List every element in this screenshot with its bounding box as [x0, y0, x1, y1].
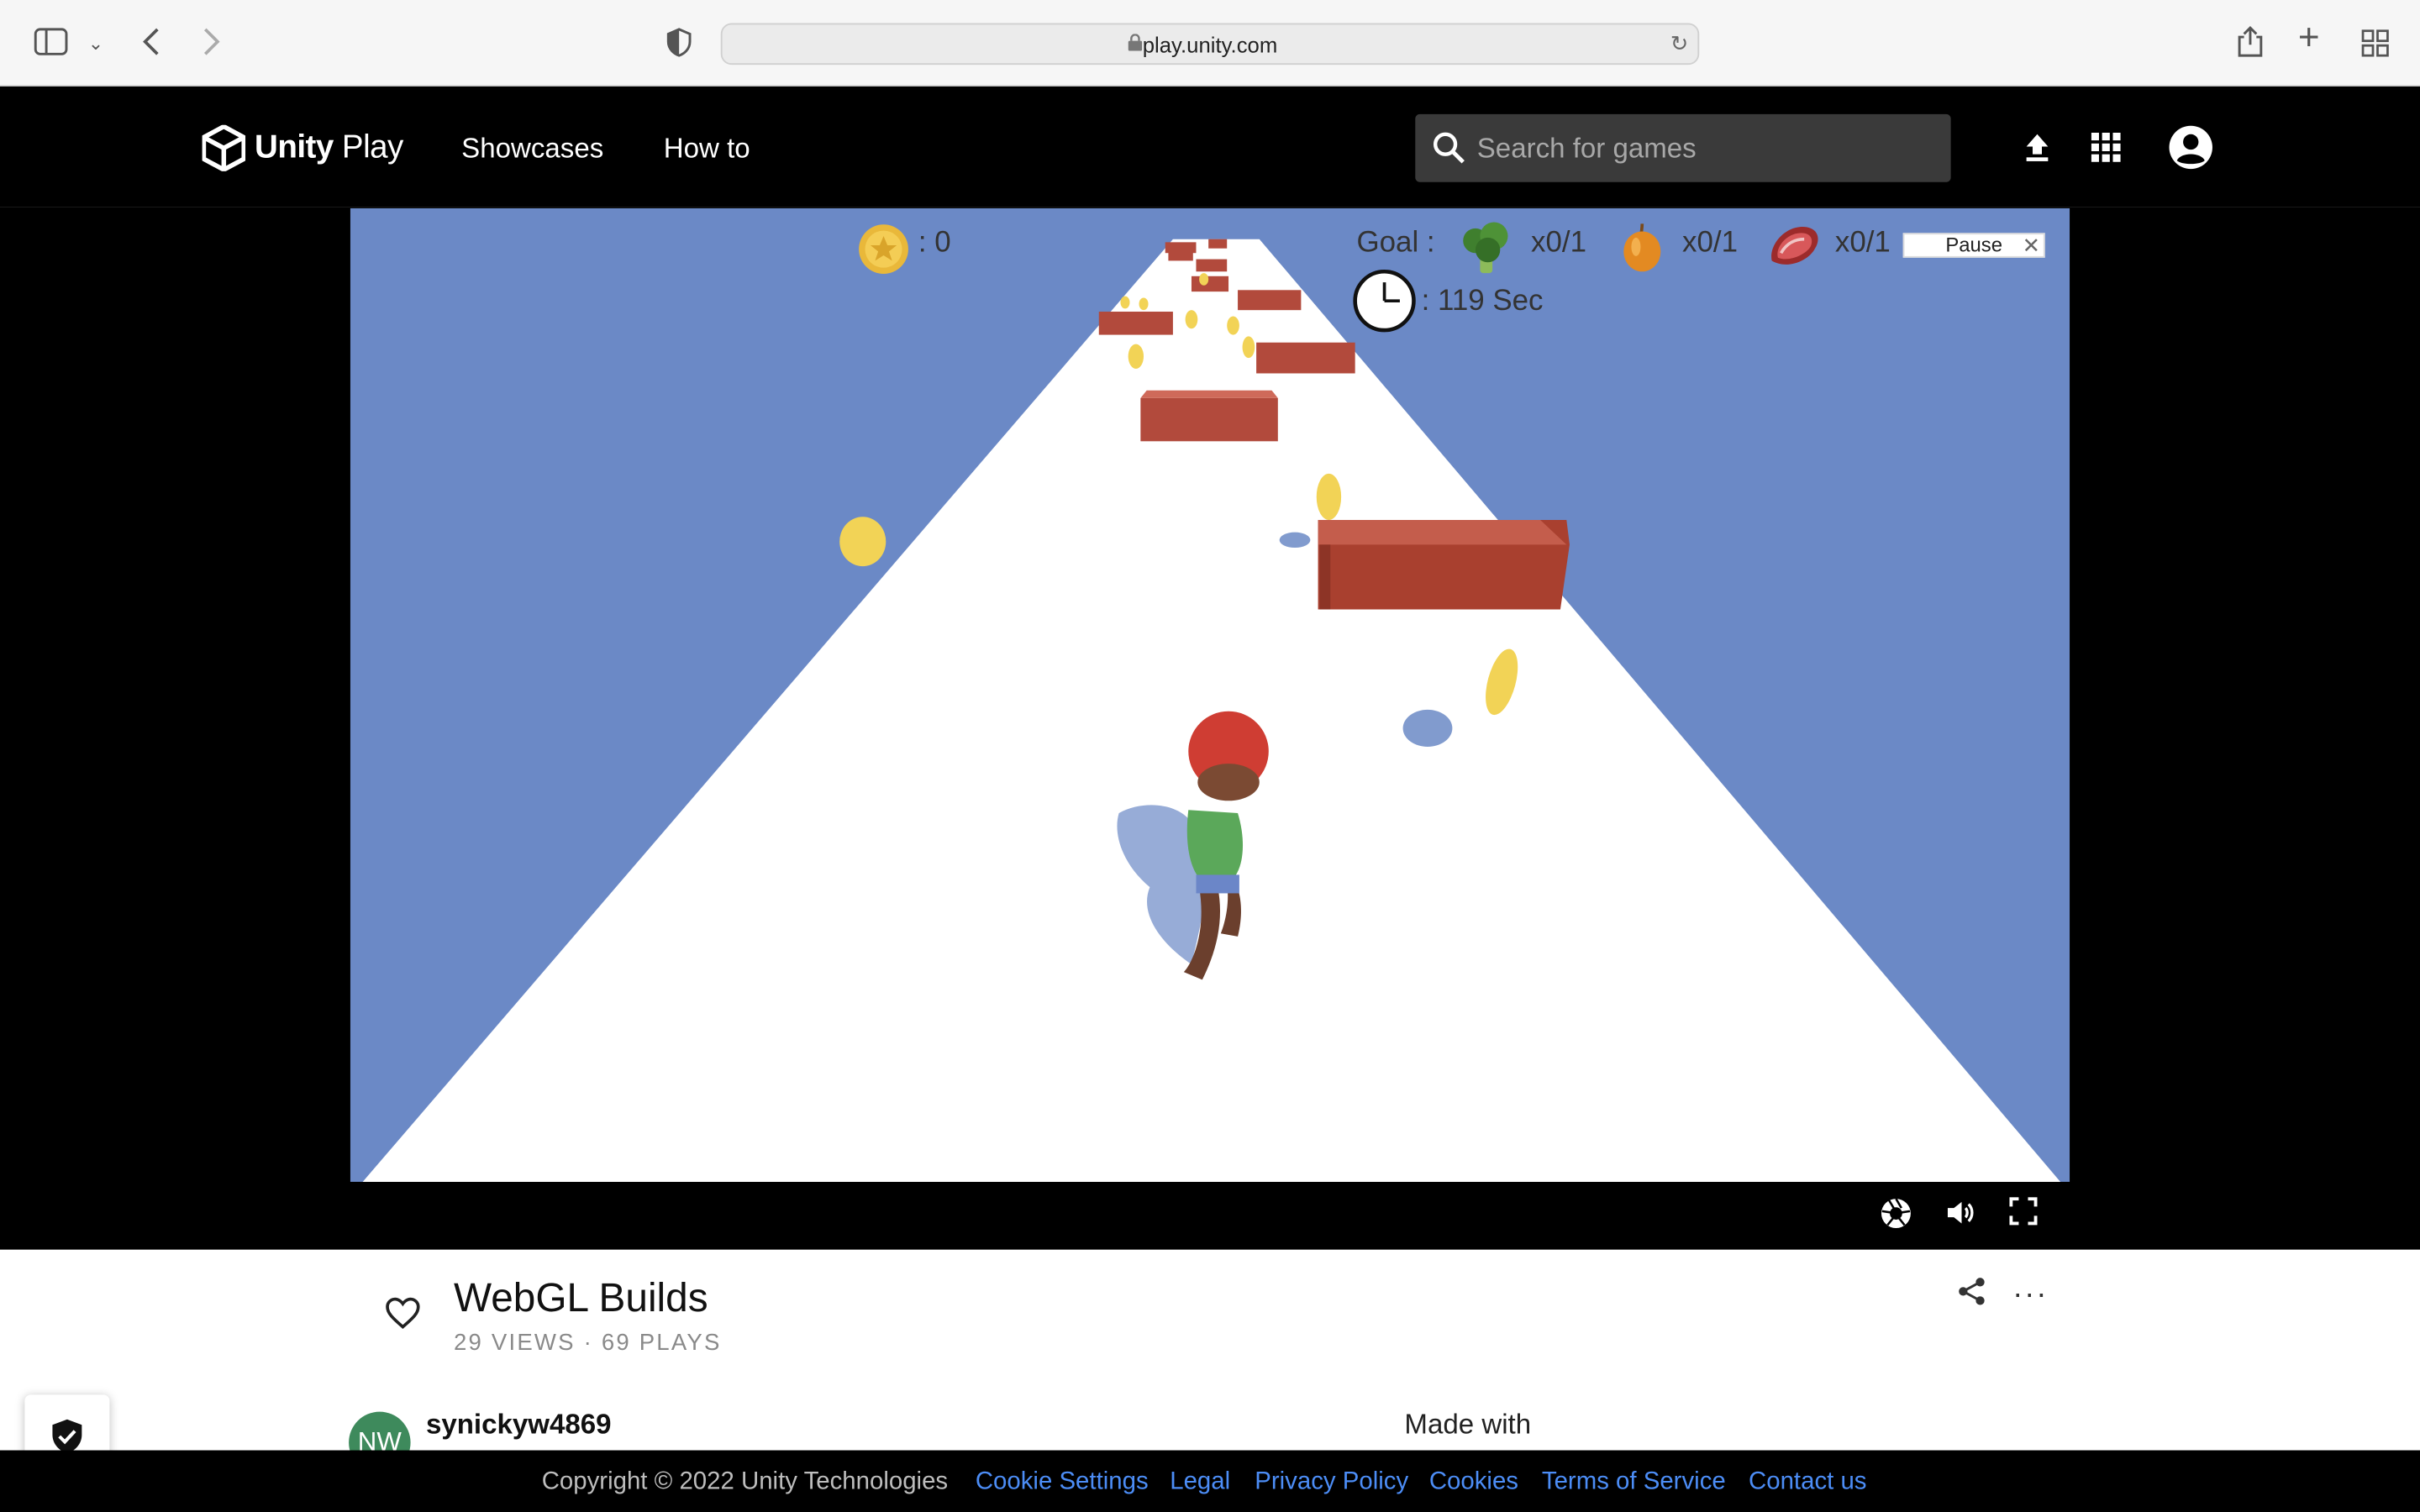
footer-link-privacy-policy[interactable]: Privacy Policy: [1255, 1469, 1408, 1497]
site-footer: Copyright © 2022 Unity Technologies Cook…: [0, 1450, 2420, 1512]
url-text: play.unity.com: [1142, 32, 1278, 57]
onion-icon: [1623, 223, 1661, 272]
heart-icon[interactable]: [384, 1296, 421, 1330]
search-icon: [1433, 132, 1465, 164]
forward-icon[interactable]: [203, 26, 221, 63]
browser-toolbar: ⌄ play.unity.com ↻ +: [0, 0, 2420, 87]
footer-link-contact[interactable]: Contact us: [1749, 1469, 1866, 1497]
broccoli-icon: [1463, 222, 1508, 274]
coin-icon: [859, 224, 908, 275]
nav-showcases[interactable]: Showcases: [461, 133, 603, 165]
nav-how-to[interactable]: How to: [664, 133, 750, 165]
chevron-down-icon[interactable]: ⌄: [88, 28, 103, 59]
back-icon[interactable]: [142, 26, 160, 63]
footer-link-cookie-settings[interactable]: Cookie Settings: [976, 1469, 1149, 1497]
shadow: [1402, 709, 1453, 747]
share-icon[interactable]: [1957, 1276, 1988, 1307]
unity-cube-icon: [202, 124, 246, 171]
more-options-icon[interactable]: ···: [2012, 1278, 2048, 1313]
game-canvas[interactable]: : 0 Goal : x0/1 x0/1 x0/1 Pause ✕ : 119 S…: [350, 207, 2070, 1182]
address-bar[interactable]: play.unity.com ↻: [720, 23, 1700, 66]
pause-label: Pause: [1945, 233, 2003, 256]
sidebar-toggle-icon[interactable]: [34, 28, 68, 61]
footer-link-terms[interactable]: Terms of Service: [1542, 1469, 1726, 1497]
reload-icon[interactable]: ↻: [1670, 31, 1689, 57]
privacy-shield-icon[interactable]: [666, 28, 692, 63]
made-with-label: Made with: [1404, 1408, 1532, 1440]
shadow: [1279, 532, 1311, 549]
logo-light-text: Play: [333, 129, 403, 165]
meat-icon: [1771, 227, 1818, 265]
search-box[interactable]: [1415, 113, 1951, 182]
obstacle-mid: [1140, 390, 1278, 442]
unity-play-logo[interactable]: Unity Play: [202, 123, 403, 173]
upload-icon[interactable]: [2023, 131, 2051, 162]
obstacle-near: [1318, 519, 1570, 610]
author-username[interactable]: synickyw4869: [426, 1409, 612, 1441]
copyright-text: Copyright © 2022 Unity Technologies: [541, 1468, 949, 1495]
goal-label: Goal :: [1356, 227, 1435, 260]
clock-icon: [1353, 269, 1416, 333]
screenshot-icon[interactable]: [1880, 1197, 1912, 1230]
new-tab-icon[interactable]: +: [2298, 19, 2320, 56]
goal-meat-count: x0/1: [1834, 227, 1891, 260]
logo-bold-text: Unity: [255, 129, 334, 165]
search-input[interactable]: [1476, 113, 1925, 182]
footer-link-cookies[interactable]: Cookies: [1429, 1469, 1518, 1497]
close-icon[interactable]: ✕: [2023, 234, 2041, 256]
game-scene: [362, 239, 2061, 1182]
project-title: WebGL Builds: [454, 1274, 708, 1321]
volume-icon[interactable]: [1944, 1197, 1975, 1228]
footer-link-legal[interactable]: Legal: [1170, 1469, 1230, 1497]
tab-overview-icon[interactable]: [2361, 29, 2389, 63]
fullscreen-icon[interactable]: [2009, 1197, 2038, 1226]
coin-count: : 0: [918, 227, 951, 260]
goal-onion-count: x0/1: [1682, 227, 1739, 260]
share-browser-icon[interactable]: [2236, 24, 2264, 65]
goal-broccoli-count: x0/1: [1531, 227, 1587, 260]
account-icon[interactable]: [2169, 125, 2213, 170]
project-info: WebGL Builds 29 VIEWS · 69 PLAYS ··· NW …: [0, 1249, 2420, 1474]
road: [362, 239, 2061, 1182]
site-header: Unity Play Showcases How to: [0, 86, 2420, 207]
shield-check-icon: [52, 1419, 82, 1454]
project-stats: 29 VIEWS · 69 PLAYS: [454, 1330, 722, 1357]
timer-text: : 119 Sec: [1421, 285, 1544, 318]
pause-button[interactable]: Pause ✕: [1902, 233, 2045, 258]
apps-grid-icon[interactable]: [2091, 132, 2121, 162]
